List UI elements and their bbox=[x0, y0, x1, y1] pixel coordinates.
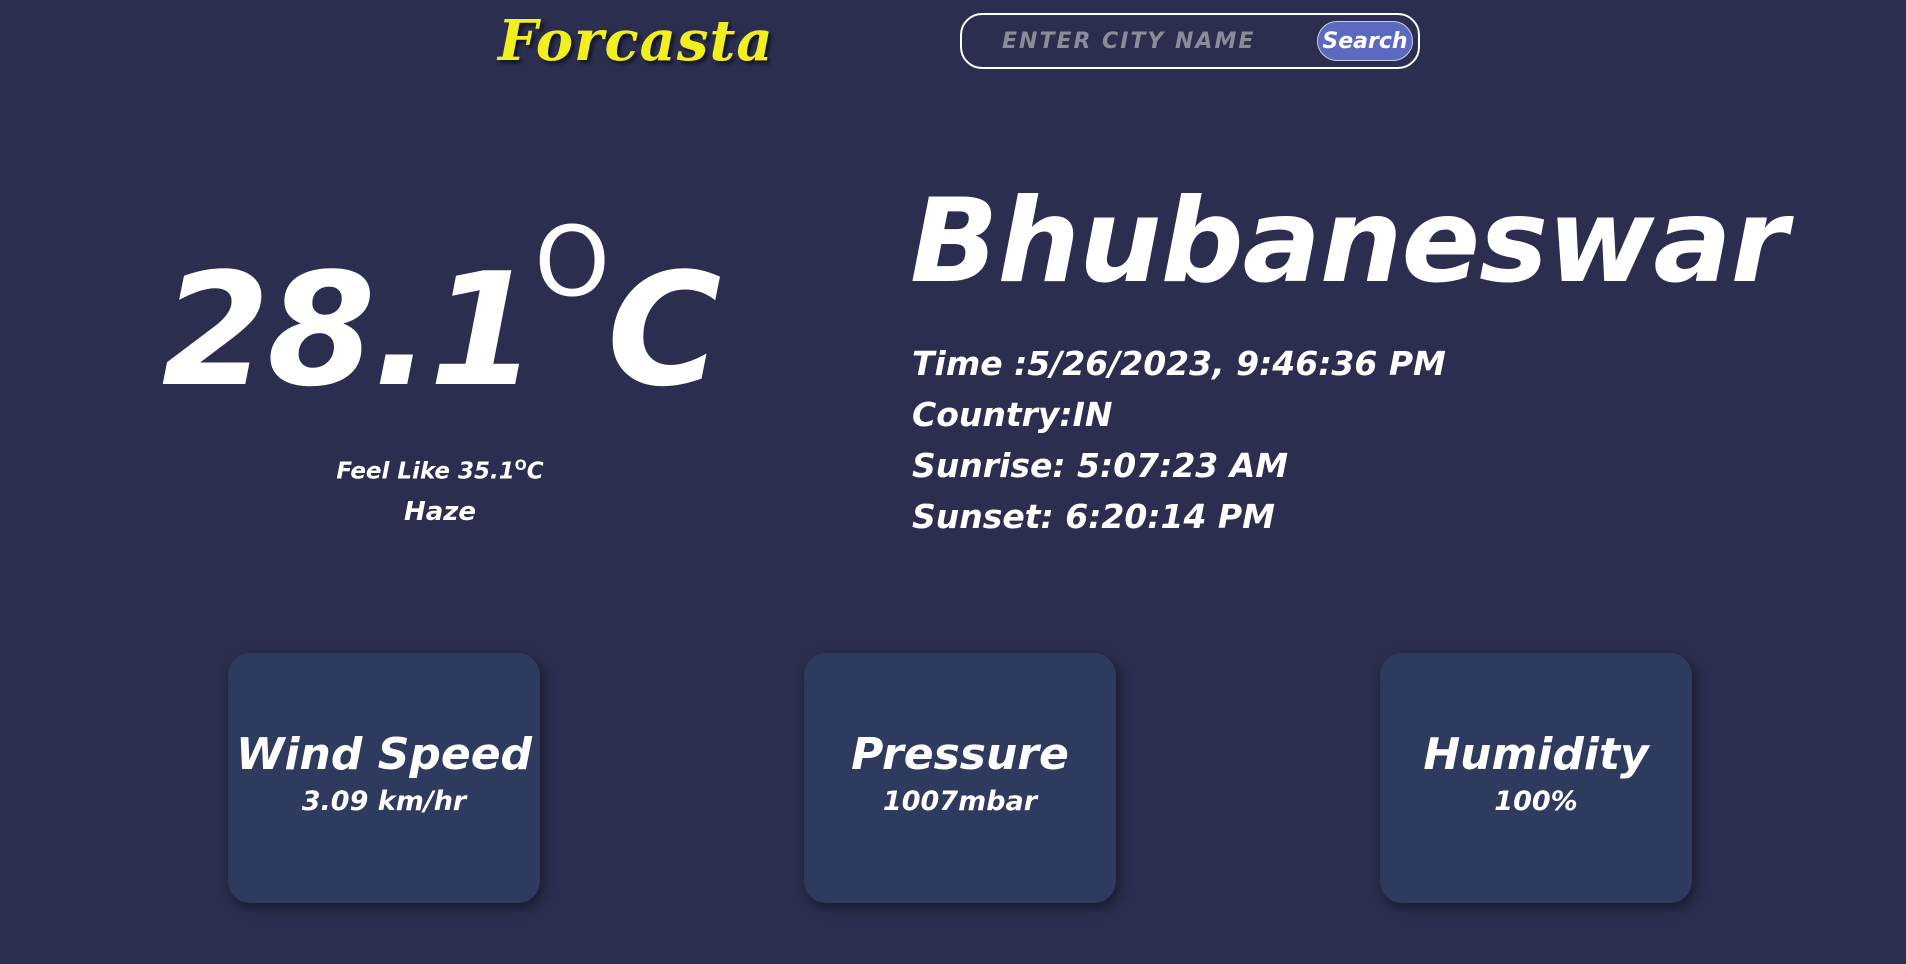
wind-speed-card: Wind Speed 3.09 km/hr bbox=[228, 653, 540, 903]
app-logo: Forcasta bbox=[498, 8, 774, 74]
search-button[interactable]: Search bbox=[1317, 21, 1413, 61]
search-bar: Search bbox=[960, 13, 1420, 69]
card-title: Humidity bbox=[1423, 729, 1649, 780]
pressure-card: Pressure 1007mbar bbox=[804, 653, 1116, 903]
feels-like-degree-symbol: O bbox=[514, 458, 527, 474]
card-value: 3.09 km/hr bbox=[301, 786, 467, 817]
weather-condition: Haze bbox=[403, 497, 477, 527]
city-name: Bhubaneswar bbox=[910, 174, 1788, 309]
temperature-display: 28.1OC bbox=[140, 214, 740, 421]
feels-like: Feel Like 35.1OC bbox=[140, 458, 740, 485]
degree-symbol: O bbox=[534, 206, 610, 318]
card-value: 100% bbox=[1494, 786, 1578, 817]
feels-like-unit: C bbox=[526, 458, 544, 485]
feels-like-value: 35.1 bbox=[458, 458, 515, 485]
temperature-value: 28.1 bbox=[161, 239, 538, 421]
card-value: 1007mbar bbox=[882, 786, 1038, 817]
temperature-unit: C bbox=[606, 239, 721, 421]
current-temperature: 28.1OC bbox=[140, 214, 740, 421]
local-time: Time :5/26/2023, 9:46:36 PM bbox=[912, 344, 1446, 383]
city-search-input[interactable] bbox=[1002, 23, 1317, 59]
card-title: Pressure bbox=[851, 729, 1069, 780]
humidity-card: Humidity 100% bbox=[1380, 653, 1692, 903]
card-title: Wind Speed bbox=[235, 729, 533, 780]
weather-app: Forcasta Search 28.1OC Feel Like 35.1OC … bbox=[0, 0, 1906, 964]
sunset-time: Sunset: 6:20:14 PM bbox=[912, 497, 1275, 536]
sunrise-time: Sunrise: 5:07:23 AM bbox=[912, 446, 1289, 485]
location-details: Time :5/26/2023, 9:46:36 PM Country:IN S… bbox=[912, 338, 1446, 542]
country: Country:IN bbox=[912, 395, 1113, 434]
feels-like-label: Feel Like bbox=[336, 458, 451, 485]
